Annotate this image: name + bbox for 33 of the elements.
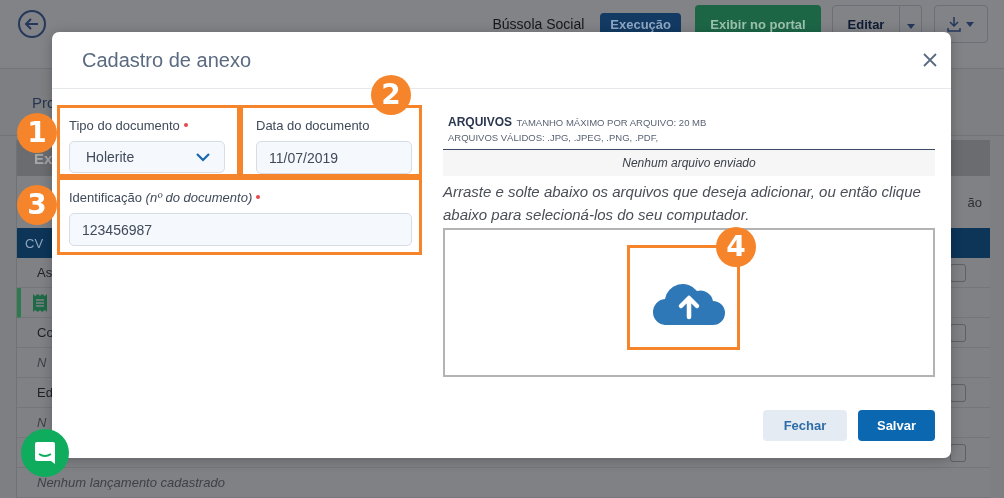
download-button[interactable]: [934, 5, 988, 43]
empty-note: Nenhum lançamento cadastrado: [37, 475, 225, 490]
column-header: ão: [967, 194, 982, 210]
date-field[interactable]: 11/07/2019: [256, 141, 412, 174]
close-button[interactable]: Fechar: [763, 410, 847, 441]
caret-icon: [906, 23, 915, 29]
empty-note: N: [37, 415, 47, 430]
upload-instructions: Arraste e solte abaixo os arquivos que deseja adicionar, ou então clique abaixo para selecioná-los do seu computador.: [443, 182, 922, 225]
save-button[interactable]: Salvar: [858, 410, 935, 441]
table-cell: Ed: [37, 385, 53, 400]
valid-types-note: ARQUIVOS VÁLIDOS: .JPG, .JPEG, .PNG, .PDF,: [448, 132, 659, 143]
field-label: Tipo do documento: [69, 117, 180, 133]
field-label: Identificação (nº do documento): [69, 189, 253, 205]
chat-button[interactable]: [21, 429, 69, 477]
receipt-icon: [33, 293, 47, 312]
empty-files-note: Nenhum arquivo enviado: [622, 156, 756, 170]
field-label: Data do documento: [256, 117, 370, 133]
close-icon[interactable]: [923, 53, 937, 67]
empty-note: N: [37, 355, 47, 370]
back-icon[interactable]: [17, 9, 47, 39]
modal-title: Cadastro de anexo: [82, 48, 251, 72]
files-heading: ARQUIVOS: [448, 115, 512, 129]
input-field[interactable]: [950, 443, 966, 462]
callout-badge: 1: [17, 113, 57, 153]
identification-field[interactable]: 123456987: [69, 213, 412, 246]
column-header: CV: [25, 235, 44, 251]
chevron-down-icon: [196, 152, 210, 162]
download-icon: [946, 16, 976, 32]
max-size-note: TAMANHO MÁXIMO POR ARQUIVO: 20 MB: [516, 117, 707, 128]
organization-name: Bússola Social: [492, 16, 585, 32]
drop-zone[interactable]: [443, 228, 935, 377]
document-type-select[interactable]: Holerite: [69, 141, 225, 173]
table-cell: As: [37, 265, 53, 280]
